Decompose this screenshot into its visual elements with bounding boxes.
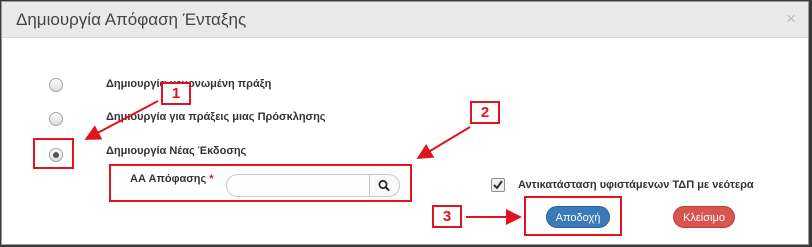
arrow-2	[416, 126, 471, 160]
annotation-box-radio	[33, 138, 74, 169]
annotation-number-1: 1	[161, 82, 191, 105]
annotation-arrows	[84, 100, 522, 225]
annotation-box-accept	[524, 196, 622, 236]
annotation-number-2: 2	[470, 101, 500, 124]
arrow-1	[84, 100, 159, 140]
annotation-box-field	[109, 164, 412, 202]
annotation-number-3: 3	[432, 205, 462, 228]
